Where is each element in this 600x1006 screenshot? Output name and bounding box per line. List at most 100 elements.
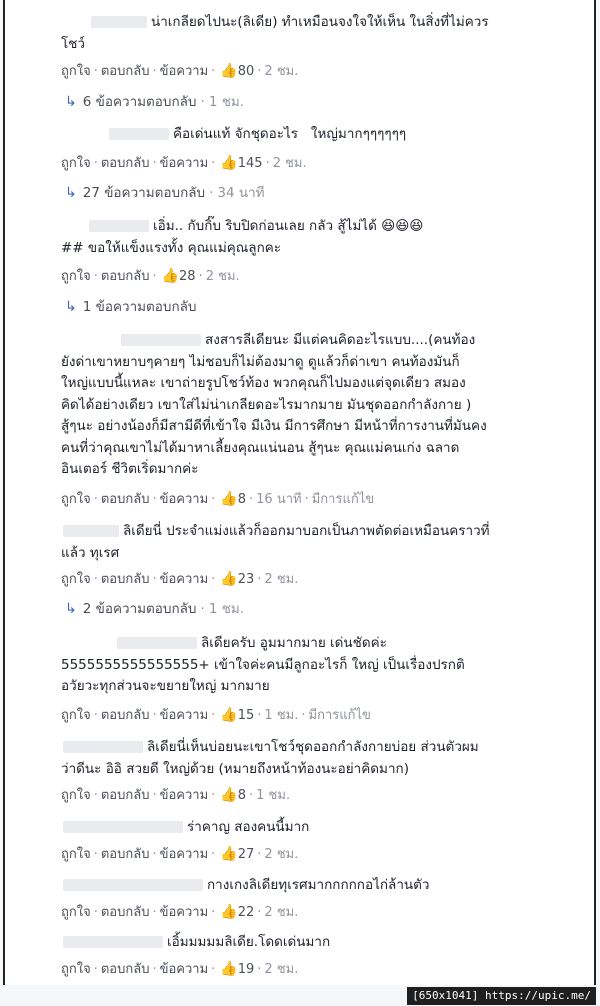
view-replies[interactable]: ↳ 27 ข้อความตอบกลับ · 34 นาที (65, 183, 586, 203)
like-link[interactable]: ถูกใจ (61, 572, 91, 587)
message-link[interactable]: ข้อความ (160, 788, 209, 803)
thumbs-up-icon: 👍 (220, 904, 238, 920)
redacted-name (121, 334, 201, 346)
like-link[interactable]: ถูกใจ (61, 492, 91, 507)
reply-link[interactable]: ตอบกลับ (101, 492, 150, 507)
timestamp[interactable]: 2 ชม. (264, 962, 298, 977)
comment: สงสารลีเดียนะ มีแต่คนคิดอะไรแบบ....(คนท้… (61, 330, 586, 481)
reply-time: 34 นาที (217, 185, 265, 201)
comment-actions: ถูกใจ · ตอบกลับ · ข้อความ · 👍19 · 2 ชม. (61, 961, 299, 977)
like-count[interactable]: 27 (238, 847, 255, 862)
comment-text: ลิเดียนี่ ประจำแม่งแล้วก็ออกมาบอกเป็นภาพ… (61, 523, 490, 561)
like-link[interactable]: ถูกใจ (61, 788, 91, 803)
message-link[interactable]: ข้อความ (160, 962, 209, 977)
like-count[interactable]: 145 (238, 156, 263, 171)
message-link[interactable]: ข้อความ (160, 572, 209, 587)
view-replies[interactable]: ↳ 6 ข้อความตอบกลับ · 1 ชม. (65, 92, 586, 112)
reply-link[interactable]: ตอบกลับ (101, 156, 150, 171)
reply-link[interactable]: ตอบกลับ (101, 847, 150, 862)
comment-actions: ถูกใจ · ตอบกลับ · ข้อความ · 👍8 · 16 นาที · มีการแก… (61, 491, 375, 507)
thumbs-up-icon: 👍 (220, 63, 238, 79)
reply-arrow-icon: ↳ (65, 185, 77, 201)
like-link[interactable]: ถูกใจ (61, 64, 91, 79)
comment-text: สงสารลีเดียนะ มีแต่คนคิดอะไรแบบ....(คนท้… (61, 332, 487, 477)
comments-panel: น่าเกลียดไปนะ(ลิเดีย) ทำเหมือนจงใจให้เห็… (3, 0, 596, 985)
redacted-name (109, 128, 169, 140)
like-link[interactable]: ถูกใจ (61, 905, 91, 920)
comment-actions: ถูกใจ · ตอบกลับ · 👍28 · 2 ชม. (61, 268, 240, 284)
redacted-name (63, 741, 143, 753)
timestamp[interactable]: 2 ชม. (206, 269, 240, 284)
comment: น่าเกลียดไปนะ(ลิเดีย) ทำเหมือนจงใจให้เห็… (61, 12, 586, 55)
edited-label[interactable]: มีการแก้ไข (309, 708, 371, 723)
like-count[interactable]: 80 (238, 64, 255, 79)
comment-actions: ถูกใจ · ตอบกลับ · ข้อความ · 👍145 · 2 ชม. (61, 155, 307, 171)
timestamp[interactable]: 2 ชม. (264, 572, 298, 587)
reply-count-label[interactable]: 2 ข้อความตอบกลับ (83, 601, 197, 617)
reply-link[interactable]: ตอบกลับ (101, 708, 150, 723)
comment-actions: ถูกใจ · ตอบกลับ · ข้อความ · 👍22 · 2 ชม. (61, 904, 299, 920)
reply-arrow-icon: ↳ (65, 94, 77, 110)
comment-text: ร่าคาญ สองคนนี้มาก (61, 817, 586, 839)
timestamp[interactable]: 2 ชม. (264, 847, 298, 862)
like-count[interactable]: 23 (238, 572, 255, 587)
like-link[interactable]: ถูกใจ (61, 962, 91, 977)
comment-text: เอิ่ม.. กับกิ๊บ ริบปิดก่อนเลย กลัว สู้ไม… (61, 218, 424, 256)
comment-text: กางเกงลิเดียทุเรศมากกกกกอไก่ล้านตัว (61, 875, 586, 897)
thumbs-up-icon: 👍 (220, 571, 238, 587)
view-replies[interactable]: ↳ 2 ข้อความตอบกลับ · 1 ชม. (65, 599, 586, 619)
reply-arrow-icon: ↳ (65, 299, 77, 315)
thumbs-up-icon: 👍 (220, 491, 238, 507)
reply-time: 1 ชม. (208, 94, 245, 110)
redacted-name (63, 936, 163, 948)
reply-arrow-icon: ↳ (65, 601, 77, 617)
timestamp[interactable]: 2 ชม. (273, 156, 307, 171)
comment: คือเด่นแท้ จักชุดอะไร ใหญ่มากๆๆๆๆๆๆ (61, 124, 586, 146)
comment-text: ลิเดียครับ อูมมากมาย เด่นชัดค่ะ 55555555… (61, 635, 465, 694)
like-link[interactable]: ถูกใจ (61, 708, 91, 723)
like-count[interactable]: 8 (238, 788, 246, 803)
like-link[interactable]: ถูกใจ (61, 156, 91, 171)
thumbs-up-icon: 👍 (220, 707, 238, 723)
like-count[interactable]: 8 (238, 492, 246, 507)
comment-text: ลิเดียนี่เห็นบ่อยนะเขาโชว์ชุดออกกำลังกาย… (61, 739, 479, 777)
like-count[interactable]: 28 (179, 269, 196, 284)
redacted-name (91, 16, 147, 28)
reply-link[interactable]: ตอบกลับ (101, 64, 150, 79)
reply-link[interactable]: ตอบกลับ (101, 788, 150, 803)
message-link[interactable]: ข้อความ (160, 64, 209, 79)
reply-count-label[interactable]: 6 ข้อความตอบกลับ (83, 94, 197, 110)
comment-text: น่าเกลียดไปนะ(ลิเดีย) ทำเหมือนจงใจให้เห็… (61, 14, 489, 52)
timestamp[interactable]: 1 ชม. (264, 708, 298, 723)
timestamp[interactable]: 1 ชม. (256, 788, 290, 803)
reply-link[interactable]: ตอบกลับ (101, 269, 150, 284)
timestamp[interactable]: 2 ชม. (264, 64, 298, 79)
edited-label[interactable]: มีการแก้ไข (312, 492, 374, 507)
timestamp[interactable]: 16 นาที (256, 492, 301, 507)
timestamp[interactable]: 2 ชม. (264, 905, 298, 920)
message-link[interactable]: ข้อความ (160, 156, 209, 171)
comment: ร่าคาญ สองคนนี้มาก (61, 817, 586, 839)
reply-count-label[interactable]: 27 ข้อความตอบกลับ (83, 185, 205, 201)
like-count[interactable]: 15 (238, 708, 255, 723)
reply-link[interactable]: ตอบกลับ (101, 572, 150, 587)
reply-count-label[interactable]: 1 ข้อความตอบกลับ (83, 299, 197, 315)
reply-link[interactable]: ตอบกลับ (101, 905, 150, 920)
reply-link[interactable]: ตอบกลับ (101, 962, 150, 977)
redacted-name (117, 637, 197, 649)
like-count[interactable]: 19 (238, 962, 255, 977)
message-link[interactable]: ข้อความ (160, 905, 209, 920)
comment-text: คือเด่นแท้ จักชุดอะไร ใหญ่มากๆๆๆๆๆๆ (61, 124, 586, 146)
message-link[interactable]: ข้อความ (160, 847, 209, 862)
thumbs-up-icon: 👍 (220, 846, 238, 862)
message-link[interactable]: ข้อความ (160, 492, 209, 507)
comment: ลิเดียนี่เห็นบ่อยนะเขาโชว์ชุดออกกำลังกาย… (61, 737, 586, 780)
view-replies[interactable]: ↳ 1 ข้อความตอบกลับ (65, 297, 586, 317)
thumbs-up-icon: 👍 (220, 961, 238, 977)
redacted-name (89, 220, 149, 232)
like-count[interactable]: 22 (238, 905, 255, 920)
message-link[interactable]: ข้อความ (160, 708, 209, 723)
like-link[interactable]: ถูกใจ (61, 847, 91, 862)
like-link[interactable]: ถูกใจ (61, 269, 91, 284)
thumbs-up-icon: 👍 (161, 268, 180, 284)
